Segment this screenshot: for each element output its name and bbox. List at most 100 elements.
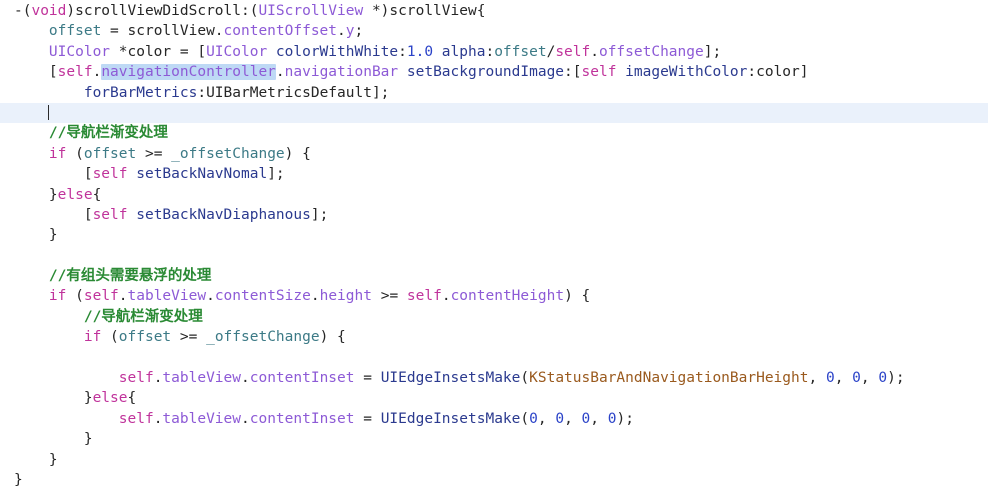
code-line[interactable]: self.tableView.contentInset = UIEdgeInse…	[0, 368, 988, 388]
code-token: ];	[310, 206, 329, 223]
code-token: UIColor	[206, 43, 268, 60]
code-line[interactable]: [self setBackNavNomal];	[0, 164, 988, 184]
code-token: UIScrollView	[258, 3, 364, 19]
code-token: = scrollView.	[101, 23, 224, 40]
code-token: ,	[808, 370, 826, 387]
code-token: ,	[537, 410, 556, 427]
code-token: if	[48, 288, 67, 305]
code-token: self	[581, 64, 617, 81]
code-line[interactable]: self.tableView.contentInset = UIEdgeInse…	[0, 409, 988, 429]
code-lines-container[interactable]: -(void)scrollViewDidScroll:(UIScrollView…	[0, 0, 988, 490]
code-line[interactable]: //导航栏渐变处理	[0, 307, 988, 327]
code-token: ,	[834, 370, 853, 387]
code-token: tableView	[127, 288, 207, 305]
code-editor[interactable]: -(void)scrollViewDidScroll:(UIScrollView…	[0, 0, 988, 500]
code-token: .	[310, 288, 320, 305]
code-token: forBarMetrics	[83, 84, 198, 101]
code-token: ];	[371, 84, 390, 101]
code-token: :	[197, 84, 207, 101]
code-token: *color = [	[110, 43, 207, 60]
code-token: 0	[878, 370, 888, 387]
code-line[interactable]: }else{	[0, 388, 988, 408]
code-line[interactable]: if (offset >= _offsetChange) {	[0, 144, 988, 164]
code-token: }	[14, 471, 23, 488]
code-line[interactable]: forBarMetrics:UIBarMetricsDefault];	[0, 83, 988, 103]
code-token: self	[406, 288, 442, 305]
code-line[interactable]: [self setBackNavDiaphanous];	[0, 205, 988, 225]
code-token: .	[590, 43, 599, 60]
code-line[interactable]: [self.navigationController.navigationBar…	[0, 62, 988, 82]
code-token: 0	[555, 410, 565, 427]
code-token: :color]	[747, 64, 809, 81]
code-token: (	[101, 329, 119, 346]
code-token: offset	[118, 329, 172, 346]
code-line[interactable]	[0, 246, 988, 266]
code-token: );	[616, 410, 634, 427]
code-token: :	[485, 43, 495, 60]
code-token: 1.0	[406, 43, 434, 60]
code-token: );	[887, 370, 905, 387]
code-token: self	[555, 43, 591, 60]
code-token: colorWithWhite	[275, 43, 399, 60]
code-line[interactable]: if (offset >= _offsetChange) {	[0, 327, 988, 347]
code-line[interactable]	[0, 348, 988, 368]
code-token: self	[83, 288, 119, 305]
text-caret	[47, 104, 49, 120]
code-token: self	[92, 166, 128, 183]
code-token: self	[118, 410, 154, 427]
code-line[interactable]: //有组头需要悬浮的处理	[0, 266, 988, 286]
code-token: ) {	[564, 288, 591, 305]
code-token: .	[118, 288, 128, 305]
selected-token: navigationController	[101, 64, 276, 81]
code-token: .	[92, 64, 102, 81]
code-token: UIColor	[48, 43, 111, 60]
code-token: 0	[581, 410, 591, 427]
code-line[interactable]: UIColor *color = [UIColor colorWithWhite…	[0, 42, 988, 62]
code-line[interactable]: }	[0, 470, 988, 490]
code-token: }	[14, 431, 93, 448]
code-token: =	[354, 410, 381, 427]
code-token: =	[354, 370, 381, 387]
code-token: [	[14, 166, 93, 183]
code-token: (	[66, 288, 84, 305]
code-line[interactable]: if (self.tableView.contentSize.height >=…	[0, 286, 988, 306]
code-token: {	[92, 186, 102, 203]
code-token: [	[14, 64, 58, 81]
code-token: contentHeight	[450, 288, 565, 305]
code-token: void	[31, 3, 67, 19]
code-line[interactable]: -(void)scrollViewDidScroll:(UIScrollView…	[0, 1, 988, 21]
code-token: ,	[590, 410, 608, 427]
code-token: //有组头需要悬浮的处理	[48, 268, 212, 285]
code-line[interactable]: offset = scrollView.contentOffset.y;	[0, 21, 988, 41]
code-token: UIEdgeInsetsMake	[380, 410, 521, 427]
code-line[interactable]: //导航栏渐变处理	[0, 123, 988, 143]
code-token: offset	[48, 23, 102, 40]
code-line[interactable]	[0, 102, 988, 124]
code-token: contentOffset	[223, 23, 338, 40]
code-token: if	[83, 329, 102, 346]
code-token: }	[14, 451, 58, 468]
code-line[interactable]: }else{	[0, 185, 988, 205]
code-token: offsetChange	[598, 43, 704, 60]
code-token: )scrollViewDidScroll:(	[66, 3, 259, 19]
code-token: ,	[564, 410, 582, 427]
code-token: offset	[83, 145, 137, 162]
code-token: >=	[136, 145, 172, 162]
code-line[interactable]: }	[0, 450, 988, 470]
code-token: //导航栏渐变处理	[83, 308, 203, 325]
code-token: 0	[825, 370, 835, 387]
code-line[interactable]: }	[0, 429, 988, 449]
code-token: KStatusBarAndNavigationBarHeight	[529, 370, 809, 387]
code-line[interactable]: }	[0, 225, 988, 245]
code-token: y	[345, 23, 355, 40]
